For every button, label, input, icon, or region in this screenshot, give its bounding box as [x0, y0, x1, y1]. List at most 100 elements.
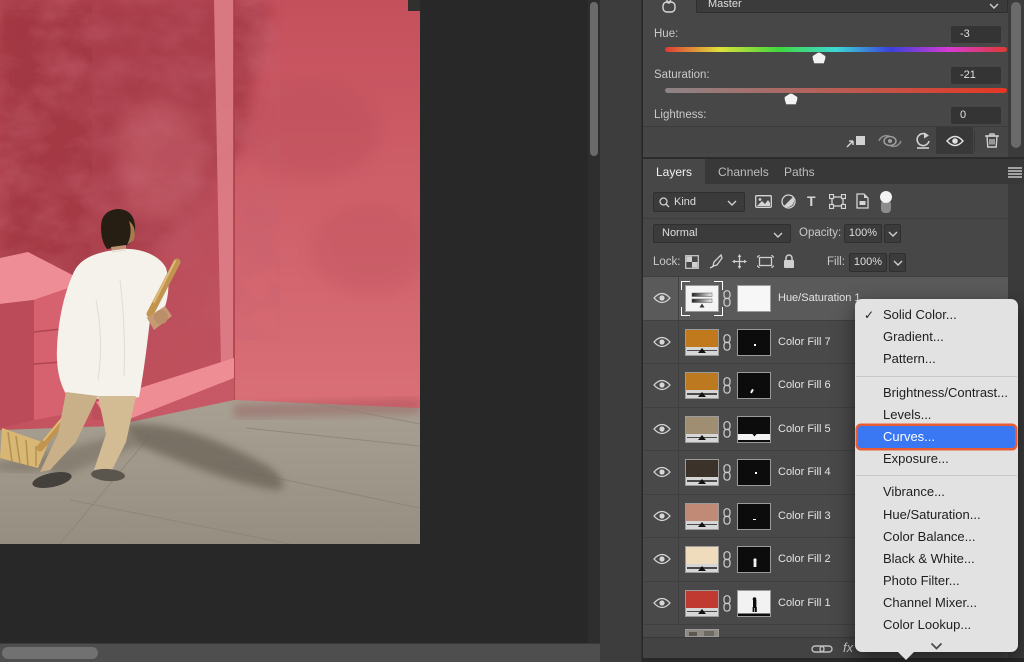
channel-select[interactable]: Master: [696, 0, 1008, 13]
document-canvas-area[interactable]: [0, 0, 600, 643]
photo-image[interactable]: [0, 0, 420, 544]
layer-mask-thumbnail[interactable]: [737, 590, 771, 617]
canvas-vertical-scrollbar[interactable]: [588, 0, 600, 643]
horizontal-scroll-thumb[interactable]: [2, 647, 98, 659]
layer-name[interactable]: Hue/Saturation 1: [778, 277, 861, 320]
fill-layer-thumbnail[interactable]: [685, 416, 719, 443]
menu-item-black-white[interactable]: Black & White...: [855, 548, 1018, 570]
on-image-adjustment-hand-icon[interactable]: [658, 0, 680, 15]
properties-scrollbar[interactable]: [1008, 0, 1024, 157]
menu-item-channel-mixer[interactable]: Channel Mixer...: [855, 592, 1018, 614]
delete-adjustment-button[interactable]: [977, 127, 1007, 154]
layer-mask-thumbnail[interactable]: [737, 503, 771, 530]
menu-item-brightness-contrast[interactable]: Brightness/Contrast...: [855, 382, 1018, 404]
menu-item-levels[interactable]: Levels...: [855, 404, 1018, 426]
menu-item-hue-saturation[interactable]: Hue/Saturation...: [855, 504, 1018, 526]
mask-link-icon[interactable]: [722, 377, 732, 394]
hue-value-input[interactable]: -3: [951, 26, 1001, 43]
lock-pixels-brush-icon[interactable]: [709, 254, 723, 269]
layer-name[interactable]: Color Fill 5: [778, 408, 831, 451]
layer-mask-thumbnail[interactable]: [737, 546, 771, 573]
fill-layer-thumbnail[interactable]: [685, 329, 719, 356]
filter-type-layers-icon[interactable]: T: [807, 193, 816, 209]
menu-item-exposure[interactable]: Exposure...: [855, 448, 1018, 470]
menu-scroll-more-indicator[interactable]: [855, 637, 1018, 651]
fill-layer-thumbnail[interactable]: [685, 590, 719, 617]
layer-effects-button[interactable]: fx: [843, 640, 853, 655]
fill-layer-thumbnail[interactable]: [685, 372, 719, 399]
layer-visibility-eye-icon[interactable]: [653, 292, 671, 304]
layer-name[interactable]: Color Fill 3: [778, 495, 831, 538]
saturation-value-input[interactable]: -21: [951, 67, 1001, 84]
mask-link-icon[interactable]: [722, 595, 732, 612]
filter-kind-select[interactable]: Kind: [653, 192, 745, 212]
layer-mask-thumbnail[interactable]: [737, 372, 771, 399]
blend-mode-select[interactable]: Normal: [653, 224, 791, 243]
layer-visibility-eye-icon[interactable]: [653, 379, 671, 391]
fill-layer-thumbnail[interactable]: [685, 459, 719, 486]
menu-item-color-balance[interactable]: Color Balance...: [855, 526, 1018, 548]
layer-visibility-button[interactable]: [936, 127, 973, 154]
menu-item-solid-color[interactable]: ✓ Solid Color...: [855, 304, 1018, 326]
fill-layer-thumbnail[interactable]: [685, 503, 719, 530]
saturation-slider-track[interactable]: [665, 88, 1007, 93]
fill-dropdown-button[interactable]: [889, 253, 906, 272]
layer-visibility-eye-icon[interactable]: [653, 510, 671, 522]
fill-layer-thumbnail[interactable]: [685, 546, 719, 573]
menu-item-vibrance[interactable]: Vibrance...: [855, 481, 1018, 503]
hue-slider-track[interactable]: [665, 47, 1007, 52]
adjustment-layer-thumbnail[interactable]: [685, 285, 719, 312]
layer-name[interactable]: Color Fill 6: [778, 364, 831, 407]
channel-select-value: Master: [708, 0, 742, 10]
layer-name[interactable]: Color Fill 2: [778, 538, 831, 581]
menu-item-gradient[interactable]: Gradient...: [855, 326, 1018, 348]
layer-visibility-eye-icon[interactable]: [653, 423, 671, 435]
mask-link-icon[interactable]: [722, 290, 732, 307]
link-layers-icon[interactable]: [811, 643, 833, 655]
menu-item-color-lookup[interactable]: Color Lookup...: [855, 614, 1018, 636]
hue-slider-thumb[interactable]: [812, 52, 826, 64]
lock-position-move-icon[interactable]: [732, 254, 747, 269]
filter-shape-layers-icon[interactable]: [829, 194, 846, 209]
fill-value-input[interactable]: 100%: [849, 253, 887, 272]
layer-mask-thumbnail[interactable]: [737, 285, 771, 312]
clip-to-layer-button[interactable]: [843, 127, 869, 154]
opacity-dropdown-button[interactable]: [884, 224, 901, 243]
lock-artboard-icon[interactable]: [757, 255, 774, 268]
layer-visibility-eye-icon[interactable]: [653, 336, 671, 348]
properties-scroll-thumb[interactable]: [1011, 2, 1021, 148]
lock-transparency-icon[interactable]: [685, 255, 699, 269]
mask-link-icon[interactable]: [722, 551, 732, 568]
layer-name[interactable]: Color Fill 1: [778, 582, 831, 625]
opacity-value-input[interactable]: 100%: [844, 224, 882, 243]
vertical-scroll-thumb[interactable]: [590, 2, 598, 156]
panel-menu-icon[interactable]: [1008, 167, 1022, 178]
view-previous-state-button[interactable]: [876, 127, 904, 154]
filter-adjustment-layers-icon[interactable]: [781, 194, 796, 209]
tab-layers[interactable]: Layers: [643, 159, 705, 186]
layer-mask-thumbnail[interactable]: [737, 329, 771, 356]
mask-link-icon[interactable]: [722, 508, 732, 525]
mask-link-icon[interactable]: [722, 421, 732, 438]
layer-visibility-eye-icon[interactable]: [653, 466, 671, 478]
mask-link-icon[interactable]: [722, 334, 732, 351]
layer-visibility-eye-icon[interactable]: [653, 597, 671, 609]
menu-item-photo-filter[interactable]: Photo Filter...: [855, 570, 1018, 592]
reset-adjustment-button[interactable]: [910, 127, 936, 154]
lock-all-icon[interactable]: [783, 254, 795, 269]
layer-mask-thumbnail[interactable]: [737, 459, 771, 486]
menu-item-pattern[interactable]: Pattern...: [855, 348, 1018, 370]
filter-pixel-layers-icon[interactable]: [755, 195, 772, 208]
saturation-slider-thumb[interactable]: [784, 93, 798, 105]
filter-smart-objects-icon[interactable]: [856, 193, 869, 209]
canvas-horizontal-scrollbar[interactable]: [0, 643, 600, 662]
lightness-value-input[interactable]: 0: [951, 107, 1001, 124]
menu-item-curves[interactable]: Curves...: [858, 426, 1015, 448]
tab-paths[interactable]: Paths: [771, 159, 828, 186]
filter-switch-toggle[interactable]: [880, 191, 892, 213]
layer-name[interactable]: Color Fill 4: [778, 451, 831, 494]
mask-link-icon[interactable]: [722, 464, 732, 481]
layer-visibility-eye-icon[interactable]: [653, 553, 671, 565]
layer-name[interactable]: Color Fill 7: [778, 321, 831, 364]
layer-mask-thumbnail[interactable]: [737, 416, 771, 443]
